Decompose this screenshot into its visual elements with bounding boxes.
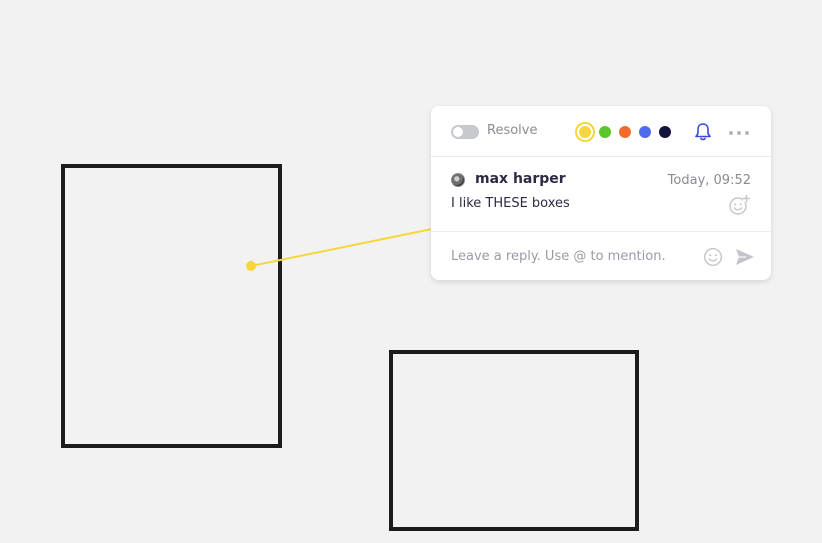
color-swatch-navy[interactable]: [659, 126, 671, 138]
comment-author: max harper: [475, 171, 566, 187]
reply-input[interactable]: [449, 244, 693, 268]
more-options-icon[interactable]: [728, 130, 750, 136]
color-swatch-yellow[interactable]: [575, 122, 595, 142]
color-swatch-orange[interactable]: [619, 126, 631, 138]
comment-text: I like THESE boxes: [451, 196, 570, 211]
comment-timestamp: Today, 09:52: [667, 173, 751, 188]
resolve-toggle[interactable]: [451, 125, 479, 139]
comment-card: Resolve max harper Today, 09:52 I like T…: [431, 106, 771, 280]
color-swatch-green[interactable]: [599, 126, 611, 138]
resolve-label: Resolve: [487, 123, 538, 138]
bell-icon[interactable]: [693, 122, 713, 142]
resolve-toggle-knob: [453, 127, 463, 137]
send-icon[interactable]: [734, 246, 756, 268]
reply-area: [431, 232, 771, 280]
add-reaction-icon[interactable]: [728, 194, 750, 216]
emoji-icon[interactable]: [703, 247, 723, 267]
color-swatch-blue[interactable]: [639, 126, 651, 138]
comment-card-header: Resolve: [431, 106, 771, 157]
comment-item: max harper Today, 09:52 I like THESE box…: [431, 157, 771, 232]
canvas-rectangle-1[interactable]: [61, 164, 282, 448]
avatar: [451, 173, 465, 187]
canvas-rectangle-2[interactable]: [389, 350, 639, 531]
